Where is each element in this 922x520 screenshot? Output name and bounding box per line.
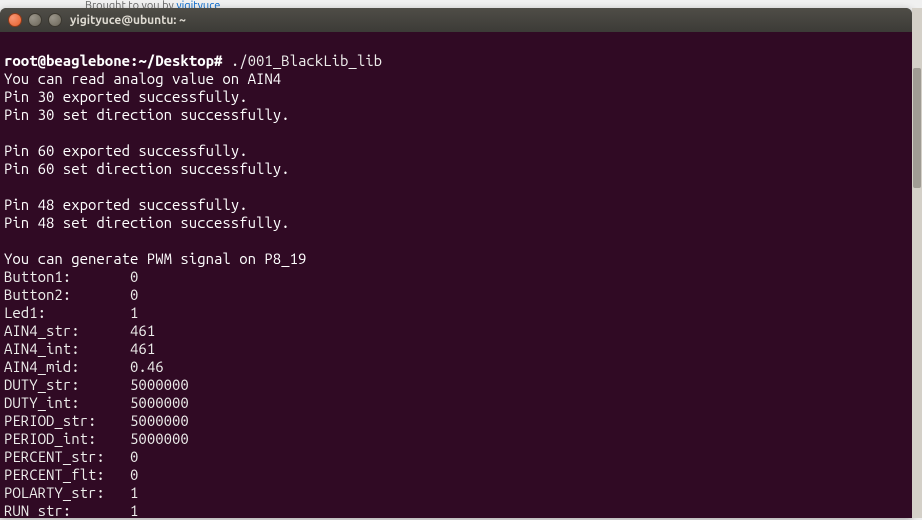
output-line: You can read analog value on AIN4 [4, 70, 281, 87]
kv-label: Button1: [4, 268, 130, 286]
kv-value: 5000000 [130, 376, 189, 394]
output-kv-row: PERCENT_str: 0 [4, 448, 908, 466]
kv-value: 1 [130, 484, 138, 502]
kv-label: PERIOD_int: [4, 430, 130, 448]
command-text: ./001_BlackLib_lib [231, 52, 382, 69]
output-kv-row: Led1: 1 [4, 304, 908, 322]
kv-label: POLARTY_str: [4, 484, 130, 502]
kv-label: PERIOD_str: [4, 412, 130, 430]
window-title: yigityuce@ubuntu: ~ [62, 14, 904, 27]
kv-value: 0 [130, 268, 138, 286]
window-controls [8, 13, 62, 27]
scrollbar[interactable] [912, 8, 922, 518]
kv-label: PERCENT_str: [4, 448, 130, 466]
output-kv-row: POLARTY_str: 1 [4, 484, 908, 502]
kv-value: 0 [130, 448, 138, 466]
kv-value: 1 [130, 502, 138, 518]
kv-value: 1 [130, 304, 138, 322]
kv-value: 5000000 [130, 394, 189, 412]
kv-label: DUTY_str: [4, 376, 130, 394]
close-button[interactable] [8, 13, 22, 27]
output-kv-row: AIN4_mid: 0.46 [4, 358, 908, 376]
title-bar: yigityuce@ubuntu: ~ [0, 8, 912, 32]
output-kv-row: Button1: 0 [4, 268, 908, 286]
kv-value: 5000000 [130, 412, 189, 430]
kv-label: Button2: [4, 286, 130, 304]
kv-value: 0.46 [130, 358, 164, 376]
terminal-content[interactable]: root@beaglebone:~/Desktop# ./001_BlackLi… [0, 32, 912, 518]
kv-value: 0 [130, 286, 138, 304]
kv-label: AIN4_int: [4, 340, 130, 358]
kv-label: PERCENT_flt: [4, 466, 130, 484]
output-kv-row: AIN4_str: 461 [4, 322, 908, 340]
kv-value: 461 [130, 322, 155, 340]
scrollbar-thumb[interactable] [913, 68, 921, 188]
kv-label: AIN4_mid: [4, 358, 130, 376]
kv-label: AIN4_str: [4, 322, 130, 340]
output-kv-row: DUTY_str: 5000000 [4, 376, 908, 394]
output-line: Pin 48 exported successfully. [4, 196, 248, 213]
output-kv-row: Button2: 0 [4, 286, 908, 304]
maximize-button[interactable] [48, 13, 62, 27]
kv-value: 461 [130, 340, 155, 358]
kv-value: 0 [130, 466, 138, 484]
output-line: Pin 48 set direction successfully. [4, 214, 290, 231]
kv-label: Led1: [4, 304, 130, 322]
kv-label: DUTY_int: [4, 394, 130, 412]
output-line: Pin 30 set direction successfully. [4, 106, 290, 123]
terminal-window: yigityuce@ubuntu: ~ root@beaglebone:~/De… [0, 8, 912, 518]
kv-label: RUN_str: [4, 502, 130, 518]
output-kv-row: PERCENT_flt: 0 [4, 466, 908, 484]
output-kv-row: PERIOD_int: 5000000 [4, 430, 908, 448]
output-line: You can generate PWM signal on P8_19 [4, 250, 306, 267]
output-kv-row: AIN4_int: 461 [4, 340, 908, 358]
minimize-button[interactable] [28, 13, 42, 27]
output-kv-row: RUN_str: 1 [4, 502, 908, 518]
output-kv-row: DUTY_int: 5000000 [4, 394, 908, 412]
output-line: Pin 60 set direction successfully. [4, 160, 290, 177]
prompt: root@beaglebone:~/Desktop# [4, 52, 222, 69]
output-kv-row: PERIOD_str: 5000000 [4, 412, 908, 430]
kv-value: 5000000 [130, 430, 189, 448]
output-line: Pin 30 exported successfully. [4, 88, 248, 105]
output-line: Pin 60 exported successfully. [4, 142, 248, 159]
